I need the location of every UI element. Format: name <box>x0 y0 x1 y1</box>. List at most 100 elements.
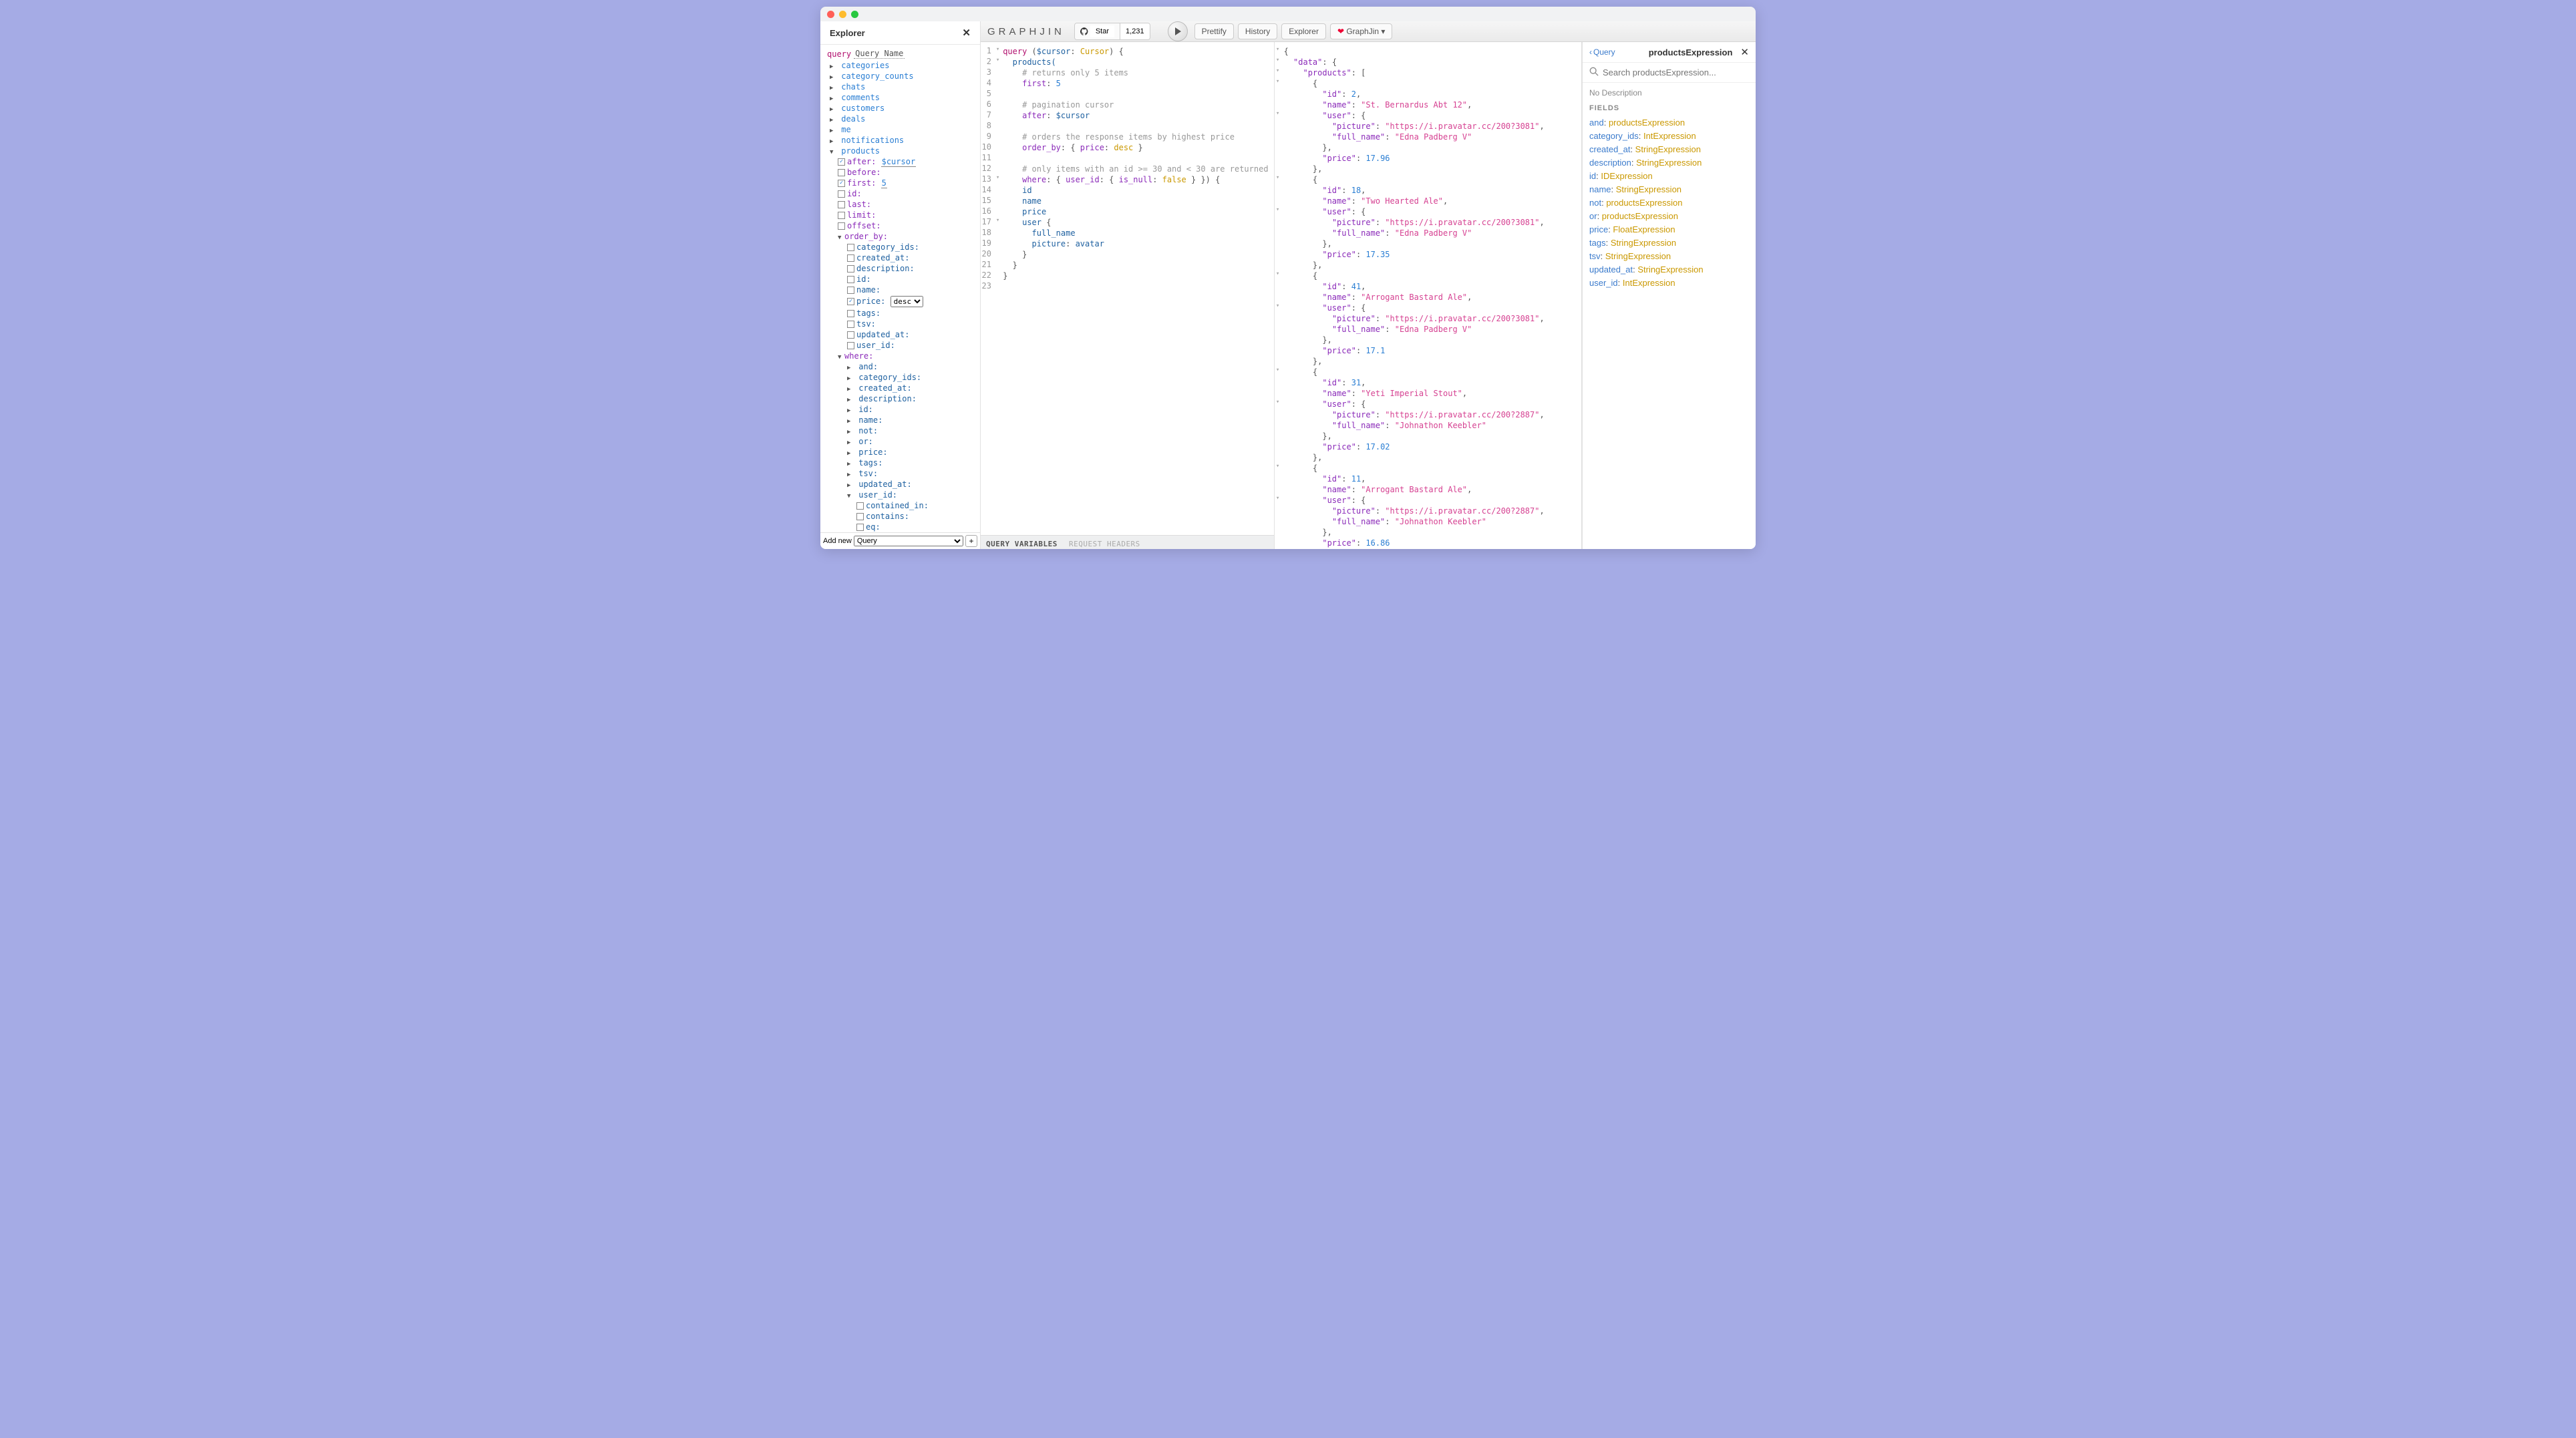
tab-request-headers[interactable]: REQUEST HEADERS <box>1069 540 1140 548</box>
docs-field-description[interactable]: description: StringExpression <box>1589 158 1749 168</box>
arg-id[interactable]: id: <box>824 188 980 199</box>
root-type-category_counts[interactable]: ▶ category_counts <box>824 71 980 81</box>
docs-field-updated_at[interactable]: updated_at: StringExpression <box>1589 264 1749 275</box>
query-editor[interactable]: 1234567891011121314151617181920212223 ▾▾… <box>981 42 1274 535</box>
editors-row: 1234567891011121314151617181920212223 ▾▾… <box>981 42 1756 549</box>
order-by-updated_at[interactable]: updated_at: <box>824 329 980 340</box>
docs-field-price[interactable]: price: FloatExpression <box>1589 224 1749 234</box>
result-viewer[interactable]: ▾▾▾▾▾▾▾▾▾▾▾▾▾ { "data": { "products": [ … <box>1275 42 1581 549</box>
user-id-op-contains[interactable]: contains: <box>824 511 980 522</box>
maximize-window-icon[interactable] <box>851 11 858 18</box>
add-new-button[interactable]: + <box>965 535 977 547</box>
where-created_at[interactable]: ▶ created_at: <box>824 383 980 393</box>
root-type-comments[interactable]: ▶ comments <box>824 92 980 103</box>
docs-field-tsv[interactable]: tsv: StringExpression <box>1589 251 1749 261</box>
main-area: GRAPHJIN Star 1,231 Prettify History Exp… <box>981 21 1756 549</box>
fold-gutter: ▾▾▾▾▾▾▾▾▾▾▾▾▾ <box>1275 42 1281 549</box>
user-id-op-eq[interactable]: eq: <box>824 522 980 532</box>
arg-limit[interactable]: limit: <box>824 210 980 220</box>
docs-panel: ‹ Query productsExpression ✕ No Descrip <box>1582 42 1756 549</box>
where-name[interactable]: ▶ name: <box>824 415 980 425</box>
arg-before[interactable]: before: <box>824 167 980 178</box>
docs-field-created_at[interactable]: created_at: StringExpression <box>1589 144 1749 154</box>
where-description[interactable]: ▶ description: <box>824 393 980 404</box>
root-type-products[interactable]: ▼ products <box>824 146 980 156</box>
docs-back-button[interactable]: ‹ Query <box>1589 47 1615 57</box>
root-type-tree: ▶ categories▶ category_counts▶ chats▶ co… <box>820 60 980 532</box>
user-id-op-contained_in[interactable]: contained_in: <box>824 500 980 511</box>
graphjin-dropdown[interactable]: ❤ GraphJin ▾ <box>1330 23 1392 39</box>
where-user-id[interactable]: ▼ user_id: <box>824 490 980 500</box>
root-type-chats[interactable]: ▶ chats <box>824 81 980 92</box>
arg-first[interactable]: first: 5 <box>824 178 980 188</box>
order-by-tsv[interactable]: tsv: <box>824 319 980 329</box>
close-icon[interactable]: ✕ <box>962 27 971 39</box>
where-tsv[interactable]: ▶ tsv: <box>824 468 980 479</box>
order-by-user_id[interactable]: user_id: <box>824 340 980 351</box>
where-not[interactable]: ▶ not: <box>824 425 980 436</box>
history-button[interactable]: History <box>1238 23 1277 39</box>
explorer-toggle-button[interactable]: Explorer <box>1281 23 1326 39</box>
explorer-body: query Query Name ▶ categories▶ category_… <box>820 45 980 532</box>
where-and[interactable]: ▶ and: <box>824 361 980 372</box>
root-type-notifications[interactable]: ▶ notifications <box>824 135 980 146</box>
operation-name-input[interactable]: Query Name <box>854 49 905 59</box>
order-by-tags[interactable]: tags: <box>824 308 980 319</box>
where-price[interactable]: ▶ price: <box>824 447 980 458</box>
docs-fields-list: and: productsExpression category_ids: Int… <box>1589 118 1749 288</box>
arg-after[interactable]: after: $cursor <box>824 156 980 167</box>
github-star-button[interactable]: Star 1,231 <box>1074 23 1150 40</box>
toolbar: GRAPHJIN Star 1,231 Prettify History Exp… <box>981 21 1756 42</box>
heart-icon: ❤ <box>1337 27 1344 36</box>
close-icon[interactable]: ✕ <box>1740 46 1749 58</box>
query-code[interactable]: query ($cursor: Cursor) { products( # re… <box>1000 42 1273 535</box>
docs-title: productsExpression <box>1619 47 1733 57</box>
fold-gutter: ▾▾▾▾ <box>995 42 1000 535</box>
order-by-category_ids[interactable]: category_ids: <box>824 242 980 252</box>
docs-field-user_id[interactable]: user_id: IntExpression <box>1589 278 1749 288</box>
arg-last[interactable]: last: <box>824 199 980 210</box>
content: Explorer ✕ query Query Name ▶ categories… <box>820 21 1756 549</box>
variables-tabs: QUERY VARIABLES REQUEST HEADERS <box>981 535 1274 549</box>
root-type-customers[interactable]: ▶ customers <box>824 103 980 114</box>
close-window-icon[interactable] <box>827 11 834 18</box>
root-type-deals[interactable]: ▶ deals <box>824 114 980 124</box>
where-category_ids[interactable]: ▶ category_ids: <box>824 372 980 383</box>
minimize-window-icon[interactable] <box>839 11 846 18</box>
arg-offset[interactable]: offset: <box>824 220 980 231</box>
docs-field-or[interactable]: or: productsExpression <box>1589 211 1749 221</box>
docs-field-and[interactable]: and: productsExpression <box>1589 118 1749 128</box>
docs-search <box>1583 63 1756 83</box>
docs-search-input[interactable] <box>1603 67 1749 77</box>
no-description-label: No Description <box>1589 88 1749 98</box>
docs-field-id[interactable]: id: IDExpression <box>1589 171 1749 181</box>
add-new-select[interactable]: Query <box>854 536 963 546</box>
where-updated_at[interactable]: ▶ updated_at: <box>824 479 980 490</box>
root-type-me[interactable]: ▶ me <box>824 124 980 135</box>
order-by-node[interactable]: ▼order_by: <box>824 231 980 242</box>
brand-label: GRAPHJIN <box>987 26 1065 37</box>
root-type-categories[interactable]: ▶ categories <box>824 60 980 71</box>
order-by-price[interactable]: price: descasc <box>824 295 980 308</box>
github-icon <box>1080 27 1088 35</box>
where-id[interactable]: ▶ id: <box>824 404 980 415</box>
tab-query-variables[interactable]: QUERY VARIABLES <box>986 540 1058 548</box>
order-by-description[interactable]: description: <box>824 263 980 274</box>
docs-field-category_ids[interactable]: category_ids: IntExpression <box>1589 131 1749 141</box>
order-by-name[interactable]: name: <box>824 285 980 295</box>
where-tags[interactable]: ▶ tags: <box>824 458 980 468</box>
search-icon <box>1589 67 1599 78</box>
order-by-created_at[interactable]: created_at: <box>824 252 980 263</box>
chevron-left-icon: ‹ <box>1589 47 1592 57</box>
order-by-price-select[interactable]: descasc <box>891 296 923 307</box>
order-by-id[interactable]: id: <box>824 274 980 285</box>
execute-button[interactable] <box>1168 21 1188 41</box>
docs-field-tags[interactable]: tags: StringExpression <box>1589 238 1749 248</box>
docs-field-name[interactable]: name: StringExpression <box>1589 184 1749 194</box>
prettify-button[interactable]: Prettify <box>1194 23 1234 39</box>
docs-field-not[interactable]: not: productsExpression <box>1589 198 1749 208</box>
operation-line: query Query Name <box>820 47 980 60</box>
where-or[interactable]: ▶ or: <box>824 436 980 447</box>
docs-body: No Description FIELDS and: productsExpre… <box>1583 83 1756 297</box>
where-node[interactable]: ▼where: <box>824 351 980 361</box>
